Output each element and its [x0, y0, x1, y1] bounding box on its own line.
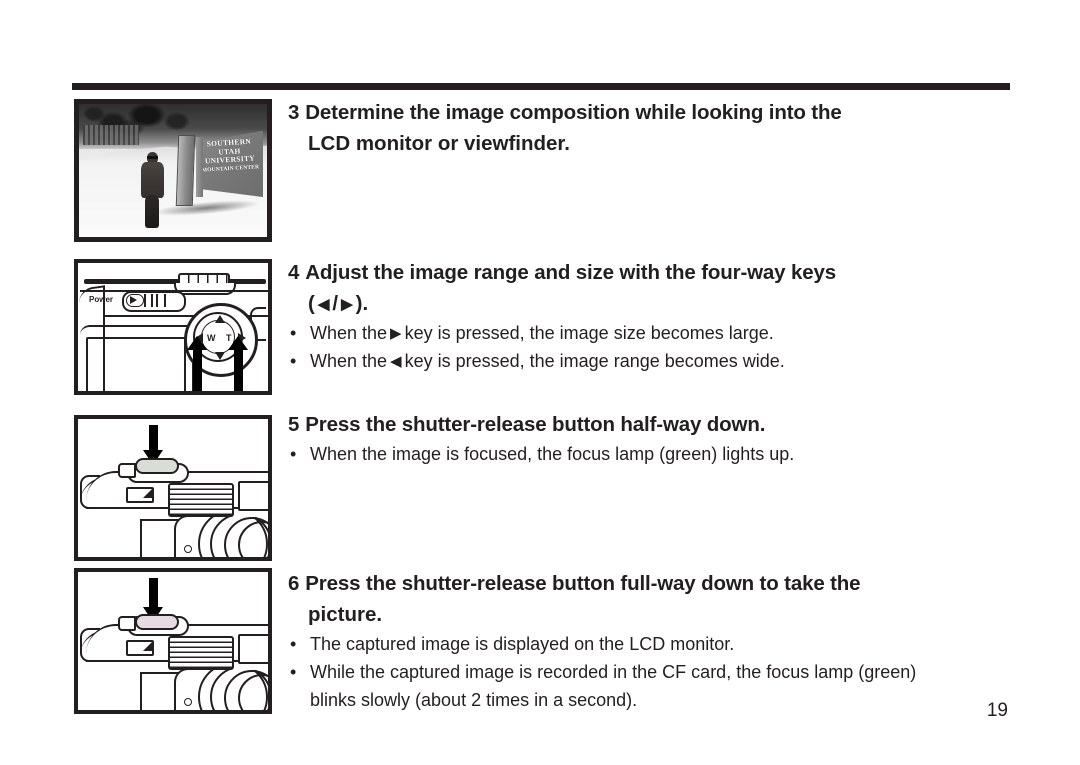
photo-person-sunglasses	[147, 156, 158, 160]
step-6-bullet-2: • While the captured image is recorded in…	[288, 658, 1012, 714]
photo-fence	[82, 125, 140, 146]
camera-dial-knob	[118, 463, 136, 478]
bullet-2-suffix: key is pressed, the image range becomes …	[404, 351, 785, 371]
step-5-bullet-1: • When the image is focused, the focus la…	[288, 440, 1012, 468]
photo-sign-text: SOUTHERN UTAH UNIVERSITY MOUNTAIN CENTER	[193, 136, 266, 174]
power-label: Power	[89, 295, 114, 304]
camera-front-window	[126, 487, 154, 503]
figure-sample-photo: SOUTHERN UTAH UNIVERSITY MOUNTAIN CENTER	[74, 99, 272, 242]
bullet-dot-icon: •	[290, 662, 297, 682]
bullet-1-suffix: key is pressed, the image size becomes l…	[404, 323, 774, 343]
photo-person-coat	[140, 162, 164, 199]
step-6-heading-text: Press the shutter-release button full-wa…	[305, 572, 861, 595]
callout-arrow-down-shutter	[143, 425, 163, 465]
bullet-1-text: The captured image is displayed on the L…	[310, 634, 735, 654]
bullet-dot-icon: •	[290, 323, 297, 343]
paren-open: (	[308, 292, 315, 315]
step-4-bullet-1: • When the ▶ key is pressed, the image size…	[288, 319, 1012, 347]
camera-speaker-grille	[168, 636, 234, 670]
step-6-bullet-1: • The captured image is displayed on the …	[288, 630, 1012, 658]
up-arrow-key-icon[interactable]	[215, 315, 225, 323]
bullet-1-prefix: When the	[310, 323, 388, 343]
callout-arrow-down-shutter	[143, 578, 163, 622]
photo-gate-post-secondary	[195, 137, 204, 198]
shutter-release-button[interactable]	[135, 458, 179, 474]
right-arrow-icon: ▶	[390, 325, 402, 342]
step-3-heading-text: Determine the image composition while lo…	[305, 101, 842, 124]
camera-lens-rings	[198, 670, 268, 710]
header-rule	[72, 83, 1010, 90]
photo-person-legs	[144, 195, 160, 228]
power-switch-knob[interactable]	[144, 294, 166, 307]
step-5-text: 5 Press the shutter-release button half-w…	[288, 409, 1012, 468]
bullet-2-prefix: When the	[310, 351, 388, 371]
figure-camera-shutter-half	[74, 415, 272, 561]
step-3-heading-line-2: LCD monitor or viewfinder.	[308, 132, 570, 155]
page-number: 19	[986, 700, 1008, 721]
right-arrow-icon: ▶	[341, 296, 353, 313]
bullet-dot-icon: •	[290, 634, 297, 654]
play-triangle-icon	[130, 296, 137, 304]
camera-panel-edge	[140, 672, 142, 710]
bullet-1-text: When the image is focused, the focus lam…	[310, 444, 795, 464]
bullet-dot-icon: •	[290, 351, 297, 371]
shutter-release-button[interactable]	[135, 614, 179, 630]
step-3-heading-line-1: 3 Determine the image composition while l…	[288, 97, 1012, 128]
step-4-text: 4 Adjust the image range and size with th…	[288, 257, 1012, 375]
paren-close: ).	[355, 292, 369, 315]
camera-lens-rings	[198, 517, 268, 557]
camera-viewfinder-window	[238, 634, 268, 664]
camera-panel-edge	[140, 519, 142, 557]
step-5-heading-text: Press the shutter-release button half-wa…	[305, 413, 766, 436]
down-arrow-key-icon[interactable]	[215, 352, 225, 360]
bullet-dot-icon: •	[290, 444, 297, 464]
camera-viewfinder-window	[238, 481, 268, 511]
left-arrow-icon: ◀	[390, 353, 402, 370]
left-arrow-icon: ◀	[317, 296, 330, 313]
step-5-number: 5	[288, 413, 300, 436]
camera-dial-knob	[118, 616, 136, 631]
photo-gate-post	[175, 134, 196, 206]
step-4-bullet-2: • When the ◀ key is pressed, the image rang…	[288, 347, 1012, 375]
step-4-heading-line-1: 4 Adjust the image range and size with th…	[288, 257, 1012, 288]
bullet-2-text: While the captured image is recorded in …	[310, 662, 917, 682]
camera-panel-seam	[140, 672, 180, 674]
callout-arrow-to-left-key	[187, 336, 207, 391]
camera-grip	[80, 628, 100, 662]
camera-lcd-monitor	[86, 337, 186, 391]
figure-camera-back: Power W T	[74, 259, 272, 395]
photo-person	[139, 151, 165, 228]
wide-key-label: W	[207, 333, 216, 343]
step-3-text: 3 Determine the image composition while l…	[288, 97, 1012, 159]
step-6-number: 6	[288, 572, 300, 595]
manual-page: SOUTHERN UTAH UNIVERSITY MOUNTAIN CENTER	[0, 0, 1080, 765]
camera-self-timer-lamp	[184, 545, 192, 553]
camera-self-timer-lamp	[184, 698, 192, 706]
photo-scene: SOUTHERN UTAH UNIVERSITY MOUNTAIN CENTER	[79, 104, 267, 237]
bullet-2-continuation: blinks slowly (about 2 times in a second…	[310, 690, 638, 710]
step-4-heading-line-2: (◀ / ▶).	[288, 288, 1012, 319]
camera-panel-seam	[140, 519, 180, 521]
step-4-number: 4	[288, 261, 300, 284]
callout-arrow-to-right-key	[228, 336, 248, 391]
camera-speaker-grille	[168, 483, 234, 517]
camera-front-window	[126, 640, 154, 656]
step-6-text: 6 Press the shutter-release button full-w…	[288, 568, 1012, 714]
step-4-heading-text: Adjust the image range and size with the…	[305, 261, 836, 284]
step-3-number: 3	[288, 101, 300, 124]
step-6-heading-line-1: 6 Press the shutter-release button full-w…	[288, 568, 1012, 599]
step-5-heading-line-1: 5 Press the shutter-release button half-w…	[288, 409, 1012, 440]
power-switch[interactable]	[122, 291, 186, 312]
step-6-heading-line-2: picture.	[308, 603, 383, 626]
camera-grip	[80, 475, 100, 509]
figure-camera-shutter-full	[74, 568, 272, 714]
